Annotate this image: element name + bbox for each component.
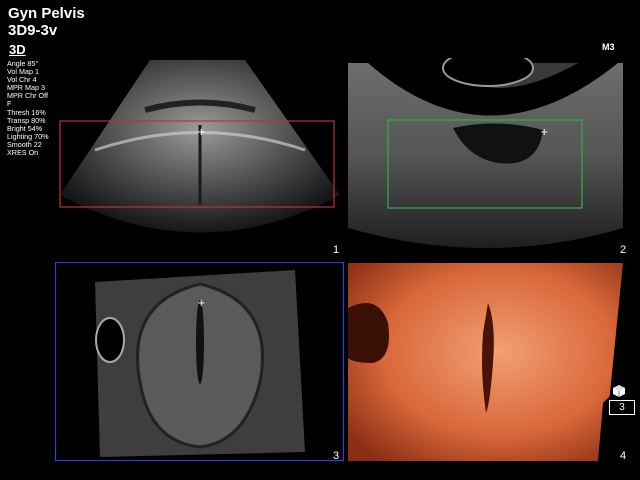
quadrant-number-4: 4 [620, 450, 627, 462]
cube-icon[interactable] [612, 384, 626, 398]
mpr-view-1[interactable]: + [55, 55, 345, 255]
render-parameters: Angle 85° Vol Map 1 Vol Chr 4 MPR Map 3 … [7, 59, 49, 158]
mode-label[interactable]: 3D [9, 42, 26, 57]
exam-preset: Gyn Pelvis [8, 5, 85, 22]
exam-title: Gyn Pelvis 3D9-3v [8, 5, 85, 39]
map-indicator: M3 [602, 42, 615, 52]
svg-text:+: + [540, 127, 548, 138]
render-view-4[interactable] [348, 263, 623, 461]
svg-text:+: + [197, 298, 205, 309]
quadrant-number-2: 2 [620, 244, 627, 256]
param-line: XRES On [7, 148, 39, 158]
quadrant-number-3: 3 [333, 450, 340, 462]
param-line: MPR Chr Off [7, 91, 49, 101]
probe-name: 3D9-3v [8, 22, 58, 39]
mpr-view-3[interactable]: + [55, 262, 345, 462]
mpr-view-2[interactable]: + [348, 58, 623, 258]
quadrant-number-1: 1 [333, 244, 340, 256]
orientation-badge[interactable]: 3 [609, 400, 635, 415]
svg-text:+: + [197, 127, 205, 138]
